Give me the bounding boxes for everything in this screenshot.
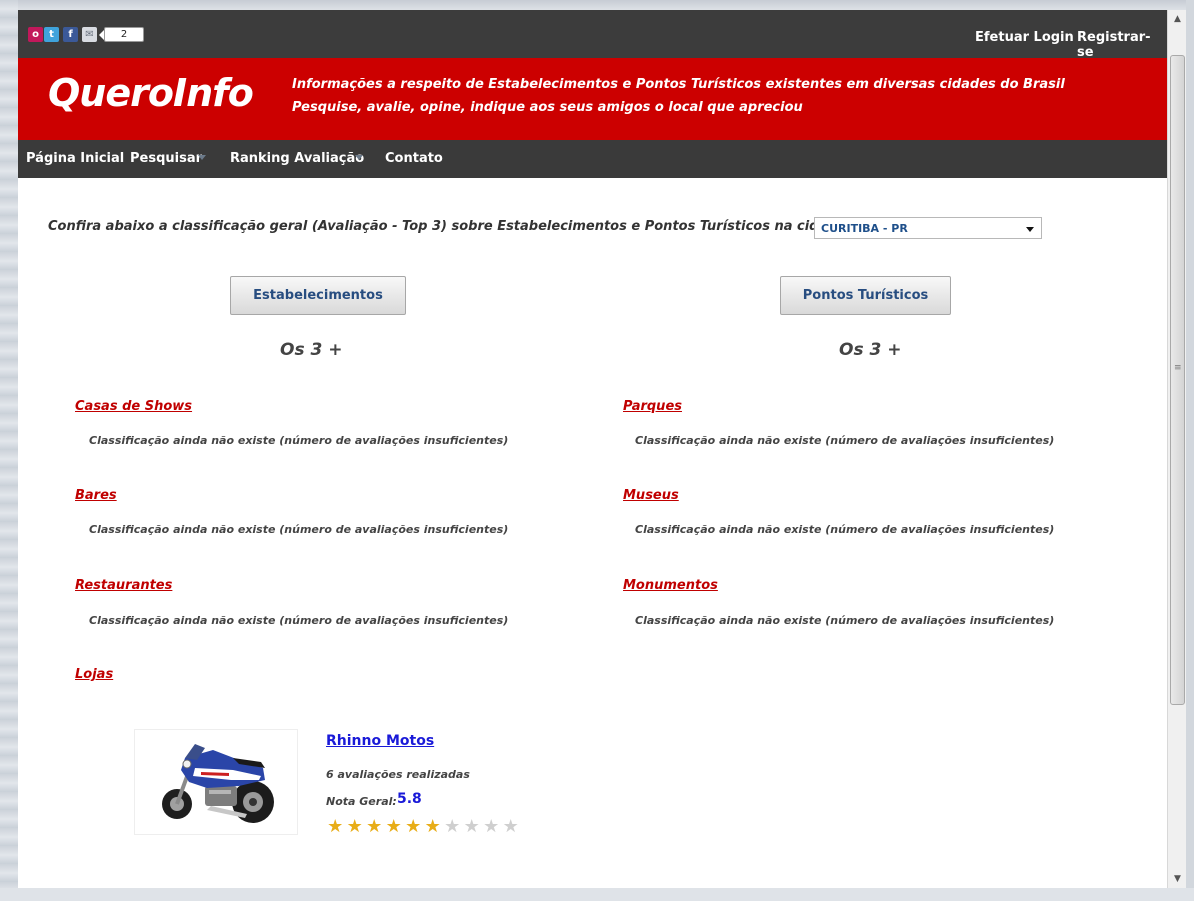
category-link-bars[interactable]: Bares xyxy=(75,488,117,503)
establishments-button[interactable]: Estabelecimentos xyxy=(230,276,406,315)
city-select-value: CURITIBA - PR xyxy=(821,222,908,235)
store-grade-label: Nota Geral: xyxy=(326,795,397,808)
vertical-scrollbar[interactable]: ▲ ≡ ▼ xyxy=(1167,10,1186,888)
star-filled-icon: ★ xyxy=(385,816,402,837)
category-link-museums[interactable]: Museus xyxy=(623,488,679,503)
chevron-down-icon[interactable] xyxy=(198,155,206,160)
main-nav: Página Inicial Pesquisar Ranking Avaliaç… xyxy=(18,140,1167,178)
star-filled-icon: ★ xyxy=(366,816,382,837)
chevron-down-icon[interactable] xyxy=(355,155,363,160)
nav-item-contact[interactable]: Contato xyxy=(385,151,443,166)
star-empty-icon: ★ xyxy=(463,816,480,837)
nav-item-home[interactable]: Página Inicial xyxy=(26,151,124,166)
top3-heading-tourist: Os 3 + xyxy=(839,340,902,360)
browser-frame: ▲ ≡ ▼ o t f ✉ 2 Efetuar Login Registrar-… xyxy=(0,0,1194,901)
tagline-line-1: Informações a respeito de Estabeleciment… xyxy=(292,77,1065,92)
store-grade-value: 5.8 xyxy=(397,791,422,807)
window-right-edge xyxy=(1186,0,1194,901)
category-empty-message: Classificação ainda não existe (número d… xyxy=(635,614,1055,627)
category-link-restaurants[interactable]: Restaurantes xyxy=(75,578,172,593)
site-banner: QueroInfo Informações a respeito de Esta… xyxy=(18,58,1167,140)
star-filled-icon: ★ xyxy=(424,816,441,837)
scrollbar-thumb[interactable]: ≡ xyxy=(1170,55,1185,705)
star-filled-icon: ★ xyxy=(327,816,343,837)
nav-item-search[interactable]: Pesquisar xyxy=(130,151,202,166)
orkut-icon[interactable]: o xyxy=(28,27,43,42)
store-thumbnail[interactable] xyxy=(134,729,298,835)
store-name-link[interactable]: Rhinno Motos xyxy=(326,733,434,749)
star-empty-icon: ★ xyxy=(483,816,499,837)
tagline-line-2: Pesquise, avalie, opine, indique aos seu… xyxy=(292,100,803,115)
scroll-down-arrow-icon[interactable]: ▼ xyxy=(1168,870,1187,888)
page-viewport: o t f ✉ 2 Efetuar Login Registrar-se Que… xyxy=(18,10,1167,888)
top-bar: o t f ✉ 2 Efetuar Login Registrar-se xyxy=(18,10,1167,60)
category-link-shows[interactable]: Casas de Shows xyxy=(75,399,192,414)
scroll-up-arrow-icon[interactable]: ▲ xyxy=(1168,10,1187,28)
motorcycle-image xyxy=(162,744,274,823)
city-select[interactable]: CURITIBA - PR xyxy=(814,217,1042,239)
category-link-parks[interactable]: Parques xyxy=(623,399,682,414)
facebook-icon[interactable]: f xyxy=(63,27,78,42)
star-filled-icon: ★ xyxy=(405,816,421,837)
site-logo[interactable]: QueroInfo xyxy=(48,71,254,115)
category-empty-message: Classificação ainda não existe (número d… xyxy=(89,523,509,536)
star-rating: ★ ★ ★ ★ ★ ★ ★ ★ ★ ★ xyxy=(325,818,520,836)
twitter-icon[interactable]: t xyxy=(44,27,59,42)
star-empty-icon: ★ xyxy=(444,816,460,837)
star-filled-icon: ★ xyxy=(346,816,363,837)
category-empty-message: Classificação ainda não existe (número d… xyxy=(635,434,1055,447)
window-top-edge xyxy=(0,0,1194,10)
email-icon[interactable]: ✉ xyxy=(82,27,97,42)
chevron-down-icon xyxy=(1026,227,1034,232)
star-empty-icon: ★ xyxy=(502,816,519,837)
store-review-count: 6 avaliações realizadas xyxy=(326,768,470,781)
category-empty-message: Classificação ainda não existe (número d… xyxy=(89,614,509,627)
category-empty-message: Classificação ainda não existe (número d… xyxy=(635,523,1055,536)
window-left-edge xyxy=(0,0,18,901)
intro-text: Confira abaixo a classificação geral (Av… xyxy=(48,219,869,234)
share-count-badge: 2 xyxy=(104,27,144,42)
window-bottom-edge xyxy=(0,888,1194,901)
top3-heading-establishments: Os 3 + xyxy=(280,340,343,360)
nav-item-ranking[interactable]: Ranking Avaliação xyxy=(230,151,364,166)
category-empty-message: Classificação ainda não existe (número d… xyxy=(89,434,509,447)
category-link-monuments[interactable]: Monumentos xyxy=(623,578,718,593)
tourist-spots-button[interactable]: Pontos Turísticos xyxy=(780,276,951,315)
login-link[interactable]: Efetuar Login xyxy=(975,30,1074,45)
scrollbar-grip-icon: ≡ xyxy=(1174,363,1182,373)
register-link[interactable]: Registrar-se xyxy=(1077,30,1167,60)
category-link-stores[interactable]: Lojas xyxy=(75,667,113,682)
